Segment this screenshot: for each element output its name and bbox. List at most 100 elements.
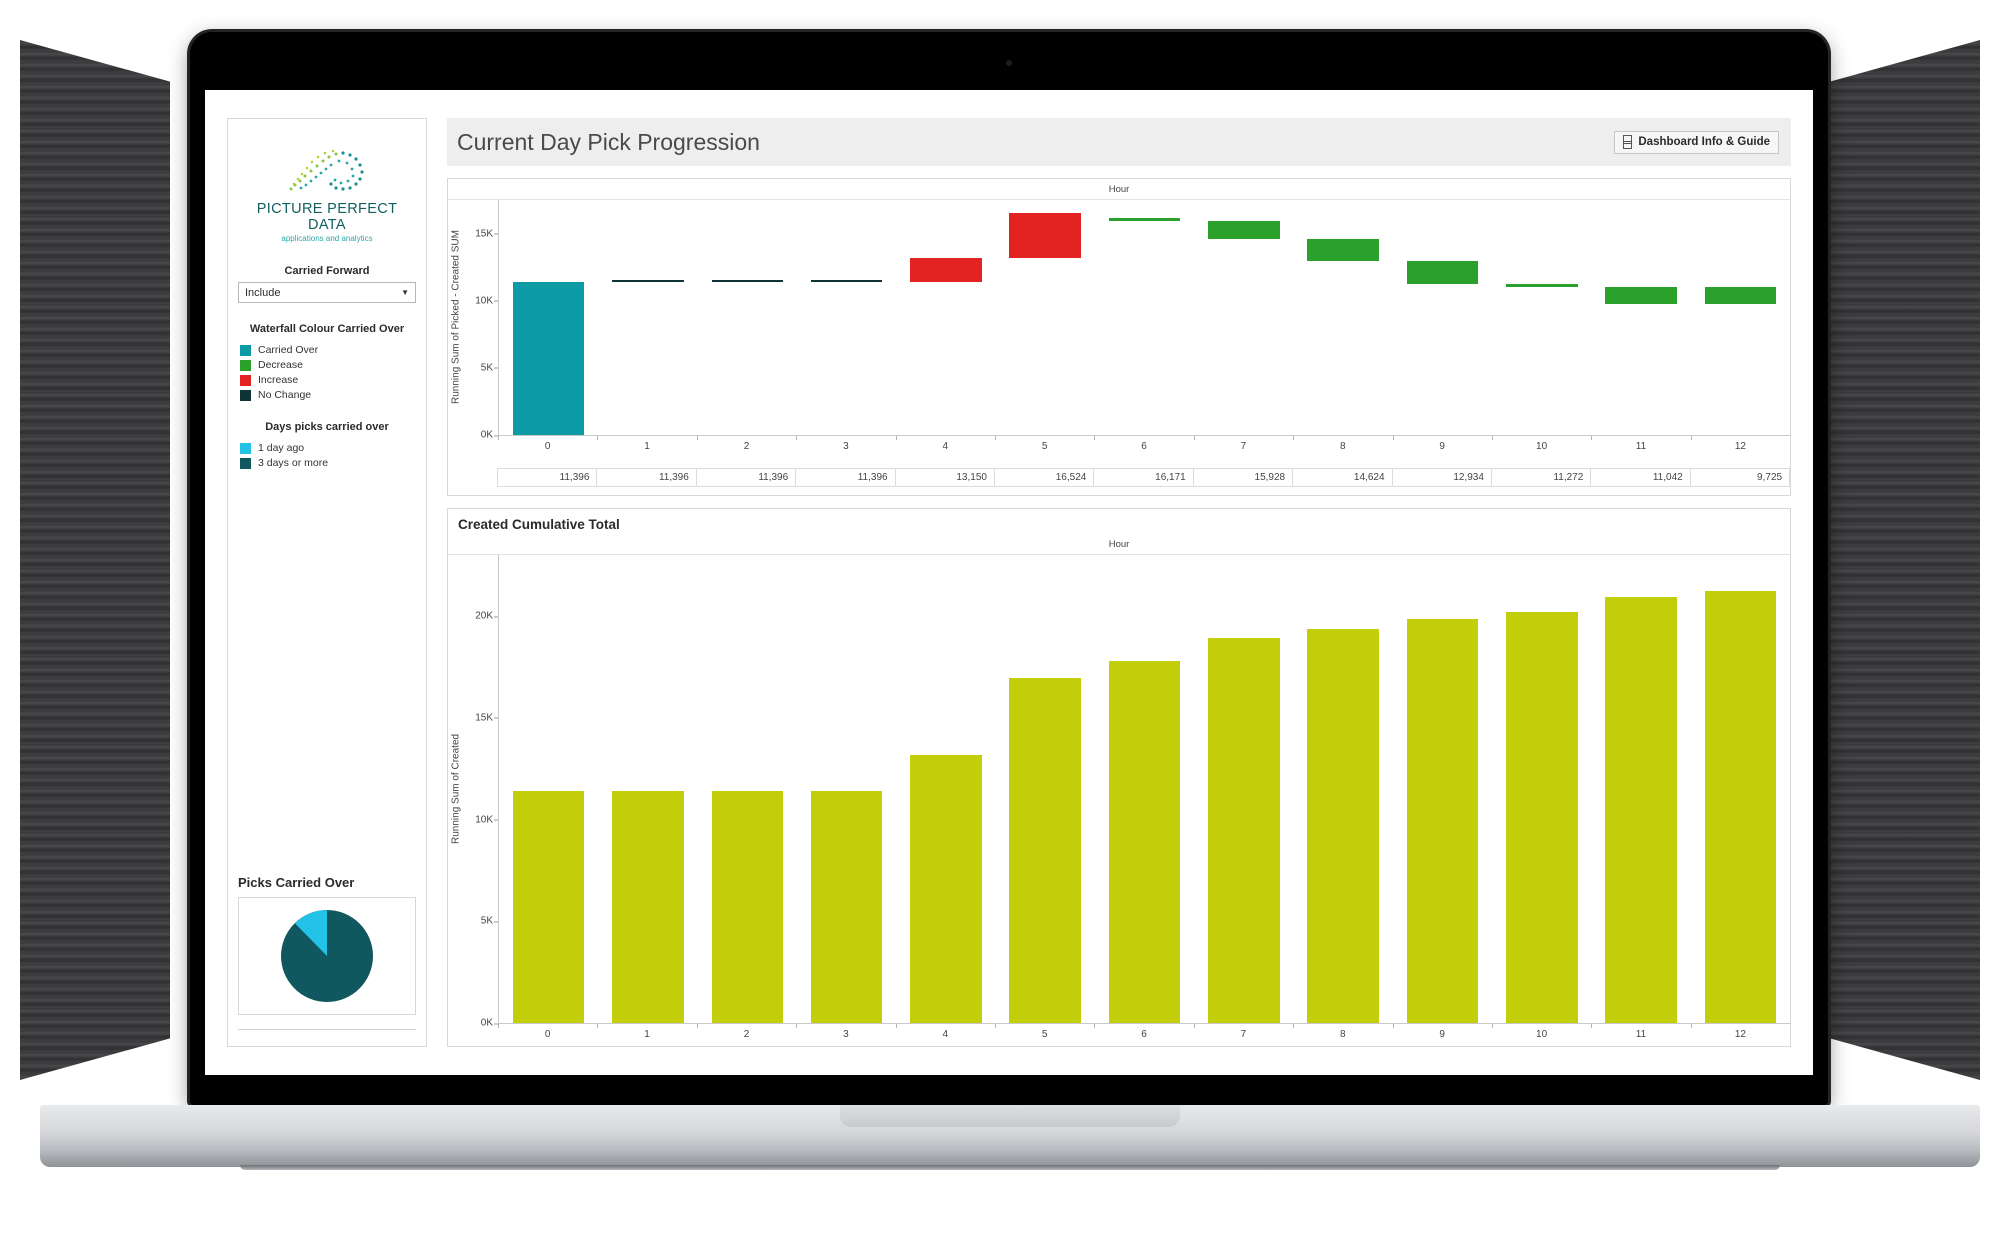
bar[interactable] [1108, 217, 1181, 222]
bar[interactable] [1605, 596, 1677, 1023]
bar[interactable] [711, 280, 784, 282]
waterfall-bars [499, 200, 1790, 435]
sidebar-divider [238, 1029, 416, 1030]
bar-column[interactable] [1294, 200, 1393, 435]
bar-column[interactable] [1492, 200, 1591, 435]
bar[interactable] [612, 791, 684, 1023]
bar-column[interactable] [996, 555, 1095, 1023]
cumulative-panel: Created Cumulative Total Hour Running Su… [447, 508, 1791, 1047]
cumulative-title: Created Cumulative Total [458, 517, 620, 532]
bar[interactable] [512, 281, 585, 435]
pie-chart[interactable] [275, 904, 379, 1008]
bar-column[interactable] [698, 555, 797, 1023]
bar-column[interactable] [1294, 555, 1393, 1023]
bar-column[interactable] [499, 200, 598, 435]
legend-item[interactable]: 3 days or more [238, 457, 416, 469]
bar[interactable] [512, 791, 585, 1023]
laptop-base-notch [840, 1105, 1180, 1127]
value-cell: 9,725 [1689, 468, 1791, 487]
bar-column[interactable] [499, 555, 598, 1023]
y-tick-label: 5K [480, 915, 499, 927]
bar-column[interactable] [1194, 200, 1293, 435]
bar[interactable] [810, 791, 883, 1023]
waterfall-yaxis-title: Running Sum of Picked - Created SUM [450, 230, 462, 405]
dashboard-info-guide-button[interactable]: Dashboard Info & Guide [1614, 130, 1779, 154]
bar-column[interactable] [896, 200, 995, 435]
reflection-right [1830, 40, 1980, 1080]
y-tick-label: 0K [480, 429, 499, 441]
legend-item[interactable]: 1 day ago [238, 442, 416, 454]
cumulative-plot-area: Running Sum of Created 0K 5K 10K 15K 20K [448, 555, 1790, 1029]
bar-column[interactable] [1194, 555, 1293, 1023]
bar[interactable] [1009, 213, 1081, 259]
bar[interactable] [1406, 619, 1479, 1023]
cumulative-bars [499, 555, 1790, 1023]
x-tick-label: 8 [1293, 1024, 1392, 1046]
bar[interactable] [1506, 611, 1578, 1023]
bar-column[interactable] [1691, 200, 1790, 435]
waterfall-panel: Hour Running Sum of Picked - Created SUM… [447, 178, 1791, 496]
legend-swatch [240, 389, 251, 401]
bar-column[interactable] [598, 555, 697, 1023]
bar-column[interactable] [1393, 200, 1492, 435]
waterfall-yaxis-ticks: 0K 5K 10K 15K [464, 200, 499, 441]
bar[interactable] [1605, 286, 1677, 305]
picks-carried-over-block: Picks Carried Over [238, 875, 416, 1036]
bar[interactable] [1009, 677, 1081, 1023]
x-tick-label: 10 [1491, 436, 1591, 458]
legend-item[interactable]: Carried Over [238, 344, 416, 356]
main-content: Current Day Pick Progression Dashboard I… [427, 118, 1791, 1047]
bar[interactable] [1307, 238, 1379, 262]
bar-column[interactable] [598, 200, 697, 435]
x-tick-label: 3 [796, 1024, 895, 1046]
legend-item[interactable]: Decrease [238, 359, 416, 371]
bar-column[interactable] [896, 555, 995, 1023]
bar-column[interactable] [996, 200, 1095, 435]
value-cell: 11,396 [795, 468, 896, 487]
bar[interactable] [1406, 261, 1479, 284]
carried-forward-select[interactable]: Include ▼ [238, 282, 416, 303]
bar-column[interactable] [1691, 555, 1790, 1023]
bar-column[interactable] [1393, 555, 1492, 1023]
bar-column[interactable] [1095, 555, 1194, 1023]
bar-column[interactable] [698, 200, 797, 435]
x-tick-label: 6 [1094, 436, 1193, 458]
x-tick-label: 11 [1591, 436, 1690, 458]
y-tick-label: 15K [475, 228, 498, 240]
legend-swatch [240, 374, 251, 386]
bar[interactable] [1108, 660, 1181, 1023]
bar-column[interactable] [1591, 200, 1690, 435]
bar[interactable] [1307, 629, 1379, 1023]
bar-column[interactable] [797, 200, 896, 435]
bar-column[interactable] [797, 555, 896, 1023]
bar[interactable] [1704, 286, 1777, 305]
bar-column[interactable] [1492, 555, 1591, 1023]
bar-column[interactable] [1591, 555, 1690, 1023]
legend-item[interactable]: Increase [238, 374, 416, 386]
value-cell: 12,934 [1391, 468, 1492, 487]
waterfall-plot [498, 200, 1790, 435]
value-cell: 11,272 [1490, 468, 1592, 487]
legend-item[interactable]: No Change [238, 389, 416, 401]
y-tick-label: 20K [475, 610, 498, 622]
bar[interactable] [612, 280, 684, 282]
bar[interactable] [810, 280, 883, 282]
bar[interactable] [1704, 590, 1777, 1023]
x-tick-label: 0 [498, 1024, 597, 1046]
x-tick-label: 6 [1094, 1024, 1193, 1046]
waterfall-legend: Carried Over Decrease Increase No Change [238, 341, 416, 401]
cumulative-yaxis-title: Running Sum of Created [450, 733, 462, 845]
bar-column[interactable] [1095, 200, 1194, 435]
bar[interactable] [1208, 221, 1280, 239]
brand-name: PICTURE PERFECT DATA [256, 201, 398, 233]
x-tick-label: 1 [597, 436, 696, 458]
bar[interactable] [910, 755, 982, 1023]
bar[interactable] [711, 791, 784, 1023]
x-tick-label: 11 [1591, 1024, 1690, 1046]
value-cell: 16,524 [993, 468, 1095, 487]
x-tick-label: 1 [597, 1024, 696, 1046]
brand-tagline: applications and analytics [281, 234, 373, 243]
bar[interactable] [1208, 638, 1280, 1023]
bar[interactable] [910, 258, 982, 282]
bar[interactable] [1506, 283, 1578, 287]
